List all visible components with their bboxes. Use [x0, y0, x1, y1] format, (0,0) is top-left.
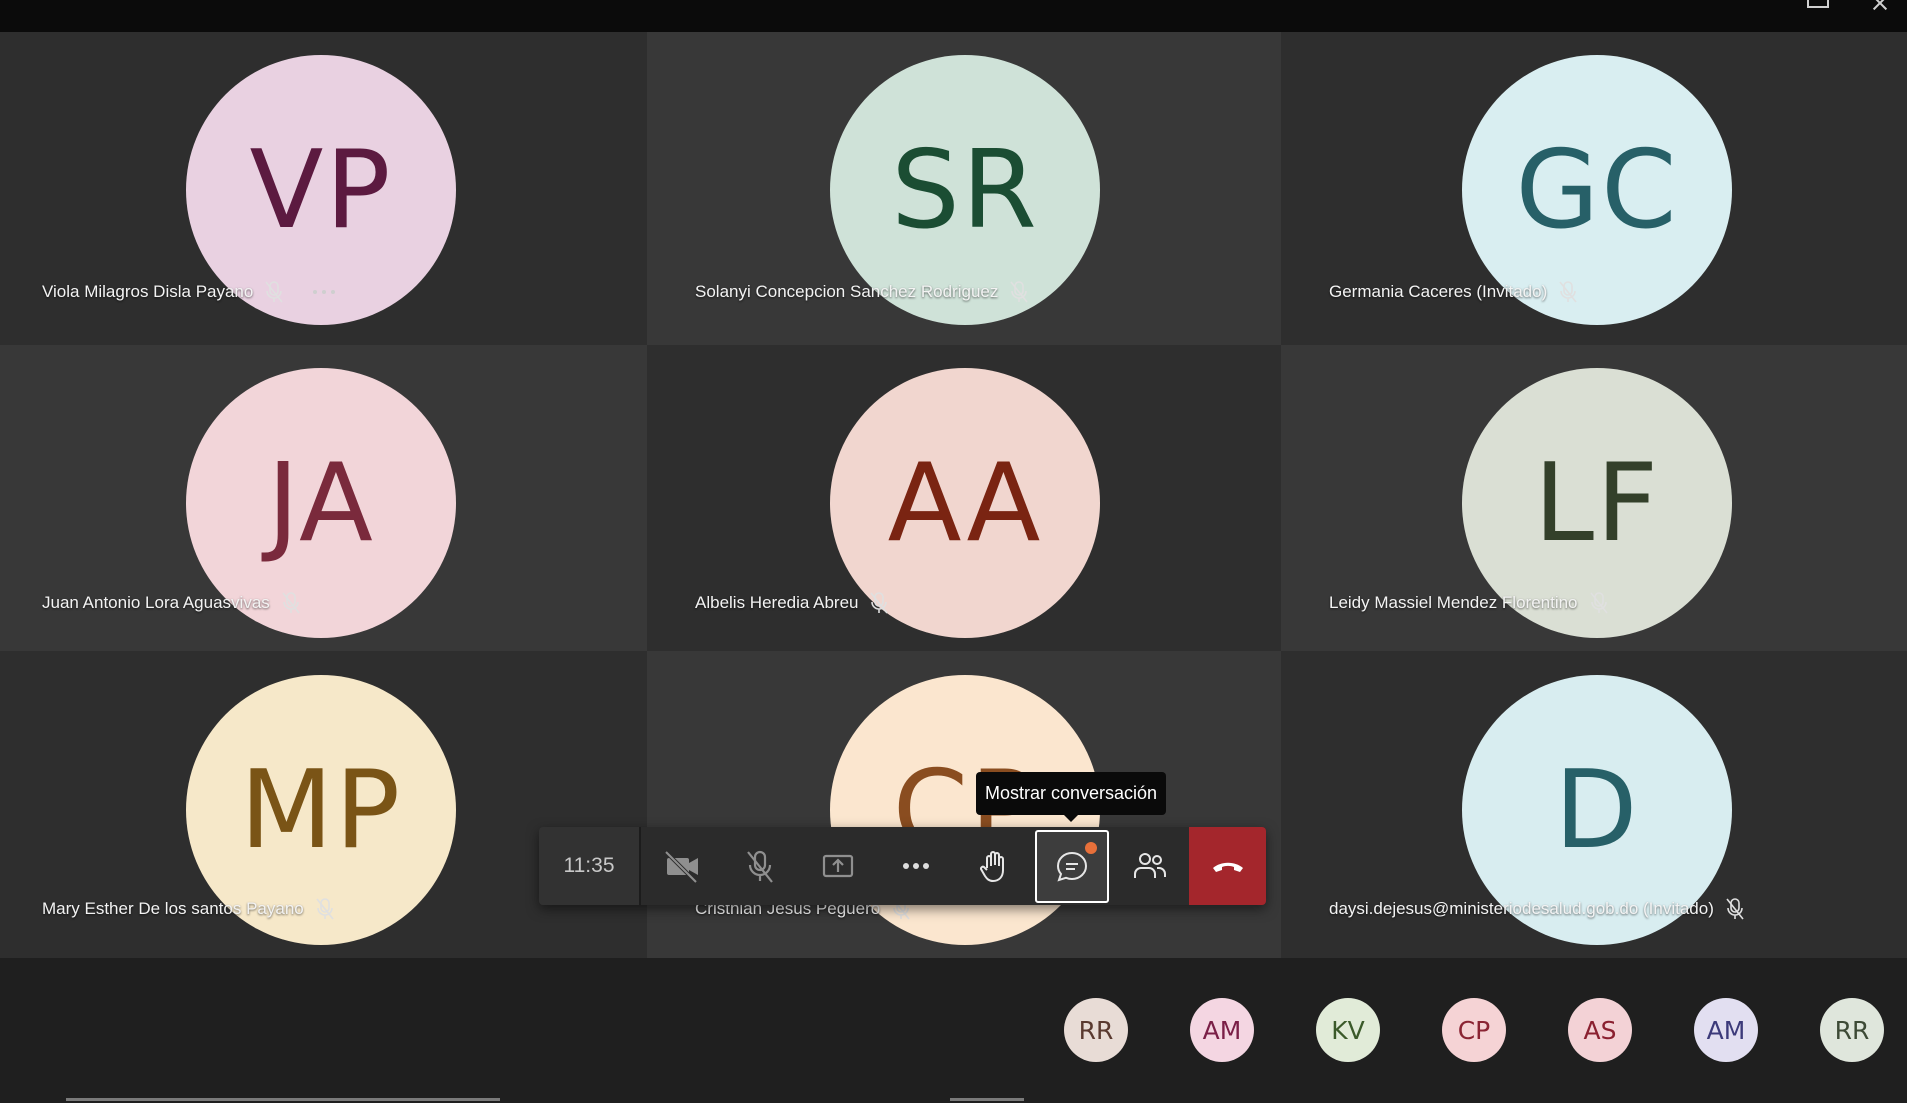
camera-button[interactable] — [643, 827, 721, 905]
participant-name: Viola Milagros Disla Payano — [42, 282, 254, 301]
participant-name: Juan Antonio Lora Aguasvivas — [42, 593, 270, 612]
participant-label: Leidy Massiel Mendez Florentino — [1329, 591, 1610, 615]
hang-up-button[interactable] — [1189, 827, 1266, 905]
chat-icon — [1056, 851, 1088, 882]
participant-label: Germania Caceres (Invitado) — [1329, 280, 1579, 304]
mic-off-icon — [265, 281, 283, 303]
more-actions-icon — [903, 863, 929, 869]
participant-name: Mary Esther De los santos Payano — [42, 899, 304, 918]
participant-label: Albelis Heredia Abreu — [695, 591, 890, 615]
mic-off-icon — [1726, 898, 1744, 920]
participant-tile[interactable]: AA Albelis Heredia Abreu — [647, 345, 1281, 651]
scroll-indicator — [66, 1098, 500, 1101]
participants-icon — [1134, 853, 1166, 878]
participant-tile[interactable]: GC Germania Caceres (Invitado) — [1281, 32, 1907, 345]
overflow-avatar[interactable]: RR — [1820, 998, 1884, 1062]
participant-name: Albelis Heredia Abreu — [695, 593, 859, 612]
maximize-icon[interactable] — [1807, 0, 1829, 8]
call-timer: 11:35 — [539, 827, 641, 905]
participant-label: Solanyi Concepcion Sanchez Rodriguez — [695, 280, 1030, 304]
participant-name: Germania Caceres (Invitado) — [1329, 282, 1548, 301]
chat-tooltip: Mostrar conversación — [976, 772, 1167, 822]
participant-label: daysi.dejesus@ministeriodesalud.gob.do (… — [1329, 897, 1746, 921]
participant-tile[interactable]: LF Leidy Massiel Mendez Florentino — [1281, 345, 1907, 651]
mic-button[interactable] — [721, 827, 799, 905]
mic-off-icon — [870, 592, 889, 614]
title-bar — [0, 0, 1907, 32]
overflow-avatar[interactable]: RR — [1064, 998, 1128, 1062]
mic-off-icon — [1589, 592, 1608, 614]
participant-name: Leidy Massiel Mendez Florentino — [1329, 593, 1578, 612]
raise-hand-icon — [980, 851, 1004, 883]
scroll-indicator — [950, 1098, 1024, 1101]
more-actions-button[interactable] — [877, 827, 955, 905]
participant-tile[interactable]: D daysi.dejesus@ministeriodesalud.gob.do… — [1281, 651, 1907, 958]
participant-tile[interactable]: VP Viola Milagros Disla Payano — [0, 32, 647, 345]
participant-label: Juan Antonio Lora Aguasvivas — [42, 591, 302, 615]
participant-name: daysi.dejesus@ministeriodesalud.gob.do (… — [1329, 899, 1714, 918]
call-toolbar: 11:35 — [539, 827, 1266, 905]
share-screen-icon — [822, 854, 854, 878]
chat-button[interactable] — [1035, 830, 1109, 903]
mic-off-icon — [282, 592, 300, 614]
participant-label: Mary Esther De los santos Payano — [42, 897, 336, 921]
overflow-avatar[interactable]: KV — [1316, 998, 1380, 1062]
participant-name: Solanyi Concepcion Sanchez Rodriguez — [695, 282, 999, 301]
participant-tile[interactable]: CP Cristhian Jesus Peguero — [647, 651, 1281, 958]
tooltip-text: Mostrar conversación — [985, 783, 1158, 803]
camera-off-icon — [664, 850, 698, 884]
notification-dot — [1085, 842, 1097, 854]
participants-button[interactable] — [1111, 827, 1189, 905]
overflow-avatar[interactable]: AM — [1190, 998, 1254, 1062]
raise-hand-button[interactable] — [955, 827, 1033, 905]
participant-tile[interactable]: JA Juan Antonio Lora Aguasvivas — [0, 345, 647, 651]
more-options-icon[interactable] — [311, 288, 337, 296]
mic-off-icon — [1559, 281, 1577, 303]
overflow-avatar[interactable]: AS — [1568, 998, 1632, 1062]
close-icon[interactable] — [1868, 0, 1892, 12]
mic-off-icon — [1010, 281, 1028, 303]
hang-up-icon — [1212, 862, 1243, 872]
overflow-avatar[interactable]: AM — [1694, 998, 1758, 1062]
share-button[interactable] — [799, 827, 877, 905]
participant-tile[interactable]: SR Solanyi Concepcion Sanchez Rodriguez — [647, 32, 1281, 345]
video-grid: VP Viola Milagros Disla Payano SR Solany… — [0, 32, 1907, 958]
mic-off-icon — [316, 898, 334, 920]
participant-tile[interactable]: MP Mary Esther De los santos Payano — [0, 651, 647, 958]
participant-label: Viola Milagros Disla Payano — [42, 280, 337, 304]
mic-off-icon — [747, 850, 773, 883]
overflow-avatar[interactable]: CP — [1442, 998, 1506, 1062]
